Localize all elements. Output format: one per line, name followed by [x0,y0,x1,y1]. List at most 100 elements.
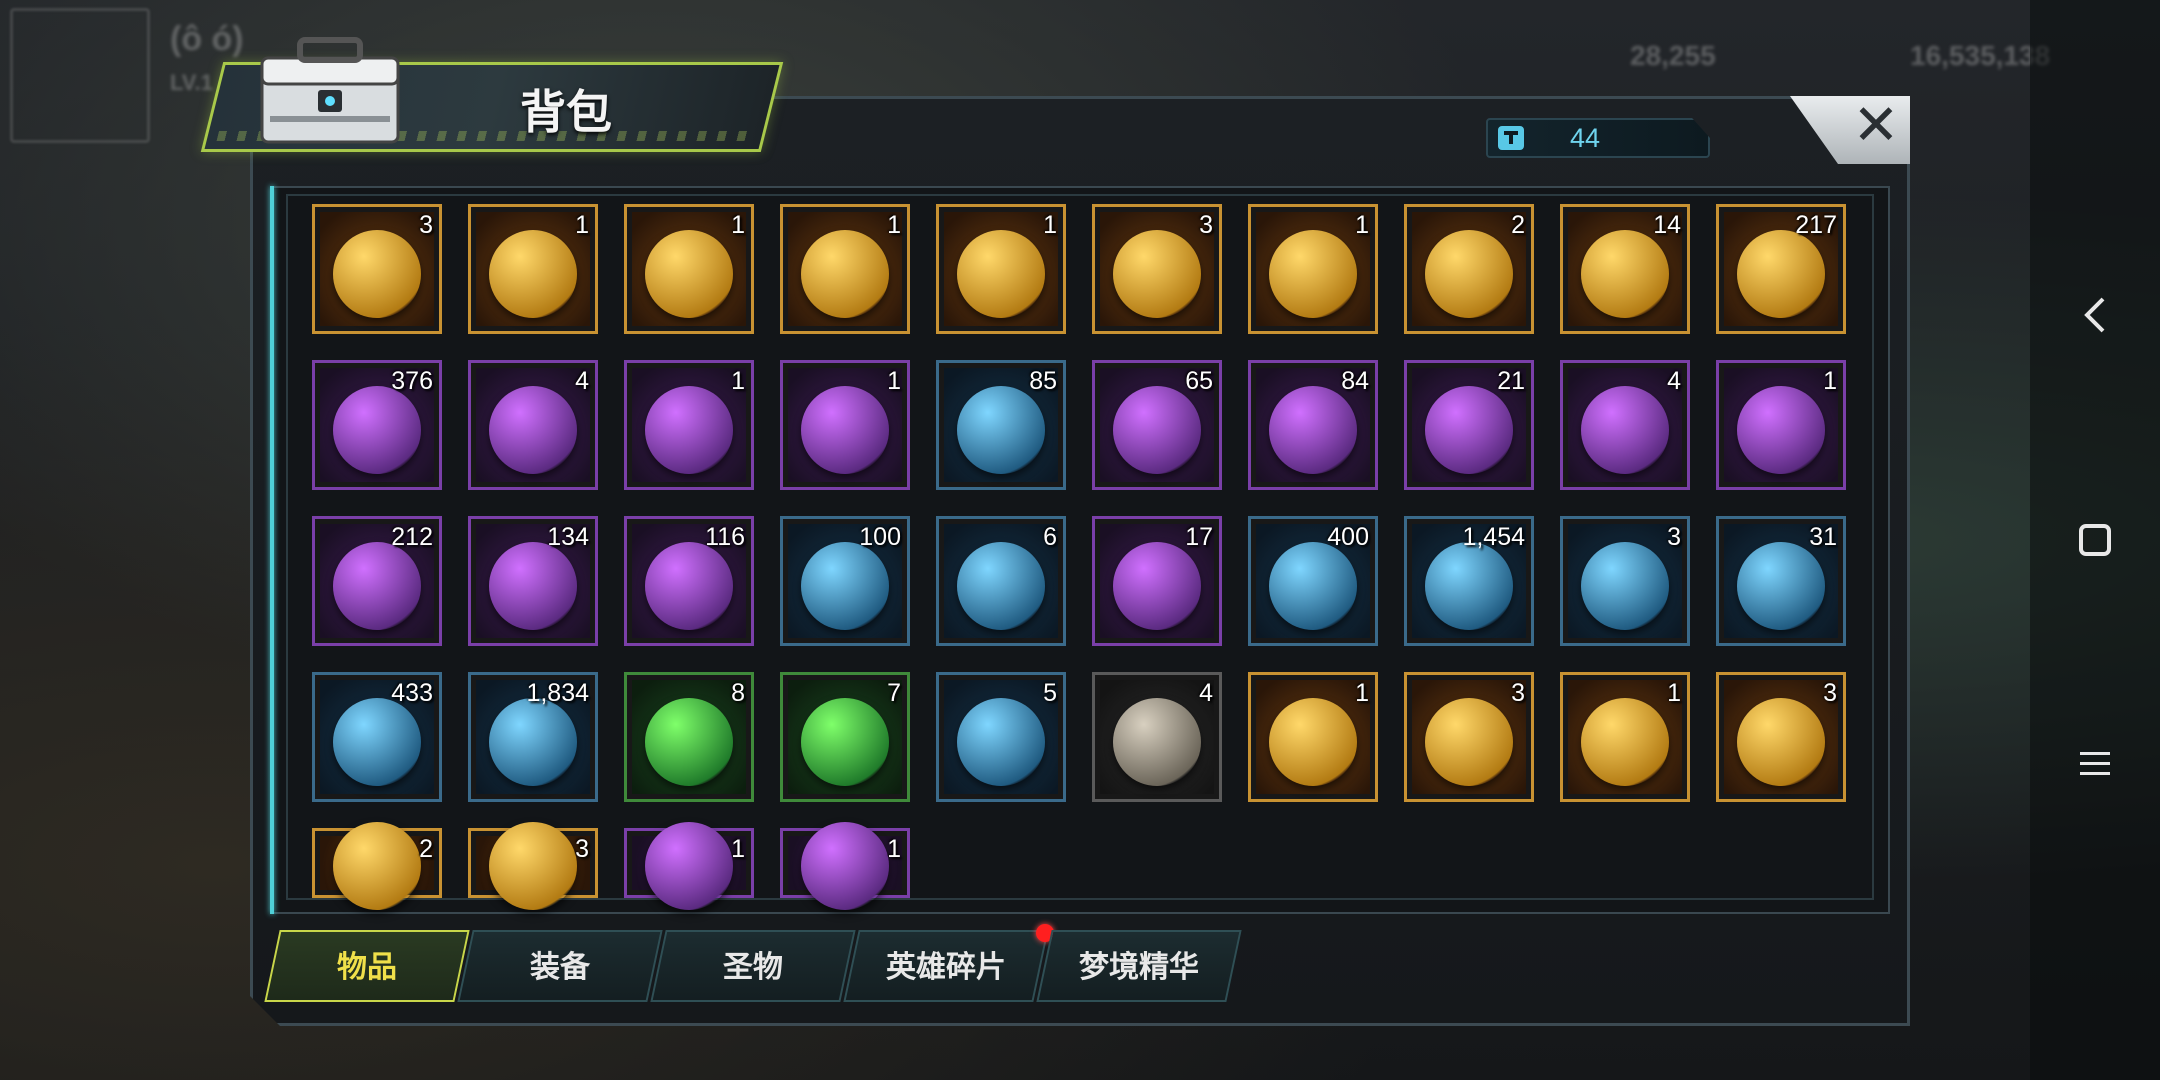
grid-accent-line [270,186,274,914]
tab-hero-shards-label: 英雄碎片 [886,950,1006,985]
stone-fragment-icon [1113,697,1201,786]
green-hat-icon [957,541,1045,630]
system-nav-bar [2030,0,2160,1080]
item-slot[interactable]: 6 [936,516,1066,646]
purple-blueprint-b-icon [801,821,889,910]
item-slot[interactable]: 7 [780,672,910,802]
close-icon[interactable]: ✕ [1850,98,1902,154]
item-slot[interactable]: 400 [1248,516,1378,646]
item-slot[interactable]: 5 [936,672,1066,802]
item-slot[interactable]: 85 [936,360,1066,490]
tab-relics-label: 圣物 [723,950,783,985]
currency-a-bg: 28,255 [1630,40,1716,71]
item-count: 116 [705,523,745,551]
item-slot[interactable]: 4 [1560,360,1690,490]
item-slot[interactable]: 100 [780,516,910,646]
cinema-ticket-icon [1425,541,1513,630]
item-slot[interactable]: 2 [312,821,442,910]
item-count: 1 [731,835,745,863]
item-slot[interactable]: 1 [780,204,910,334]
24h-card-icon [1581,229,1669,318]
item-slot[interactable]: 1,454 [1404,516,1534,646]
item-slot[interactable]: 3 [1560,516,1690,646]
tab-items-label: 物品 [337,950,397,985]
item-count: 134 [547,523,589,551]
gem-minecart-icon [1269,229,1357,318]
item-count: 4 [575,367,589,395]
item-slot[interactable]: 212 [312,516,442,646]
player-avatar-bg [10,8,150,143]
item-slot[interactable]: 1 [1248,204,1378,334]
item-slot[interactable]: 1 [468,204,598,334]
item-count: 3 [575,835,589,863]
item-slot[interactable]: 1 [780,360,910,490]
item-slot[interactable]: 217 [1716,204,1846,334]
item-slot[interactable]: 84 [1248,360,1378,490]
bullet-icon [489,697,577,786]
purple-mask-medal-icon [645,229,733,318]
item-slot[interactable]: 65 [1092,360,1222,490]
syringe-icon [1113,541,1201,630]
item-slot[interactable]: 4 [1092,672,1222,802]
item-slot[interactable]: 1 [1560,672,1690,802]
item-count: 433 [391,679,433,707]
item-count: 3 [419,211,433,239]
item-slot[interactable]: 31 [1716,516,1846,646]
swords-blueprint-icon [1269,697,1357,786]
item-count: 1 [575,211,589,239]
item-slot[interactable]: 376 [312,360,442,490]
item-count: 4 [1199,679,1213,707]
item-count: 84 [1341,367,1369,395]
item-count: 31 [1809,523,1837,551]
12h-card-gold-icon [1581,385,1669,474]
shirt-blueprint-icon [1581,697,1669,786]
skull-axe-icon [489,385,577,474]
bottle-icon [1737,385,1825,474]
item-slot[interactable]: 1 [624,204,754,334]
item-slot[interactable]: 3 [312,204,442,334]
item-slot[interactable]: 433 [312,672,442,802]
snorkel-mask-icon [645,697,733,786]
item-slot[interactable]: 2 [1404,204,1534,334]
item-slot[interactable]: 1 [1248,672,1378,802]
item-slot[interactable]: 8 [624,672,754,802]
home-icon[interactable] [2030,500,2160,580]
12h-card-purple-icon [1425,385,1513,474]
item-slot[interactable]: 17 [1092,516,1222,646]
item-slot[interactable]: 3 [1404,672,1534,802]
item-count: 17 [1185,523,1213,551]
item-slot[interactable]: 1 [780,821,910,910]
item-slot[interactable]: 1,834 [468,672,598,802]
police-badge-icon [645,541,733,630]
item-count: 2 [1511,211,1525,239]
item-slot[interactable]: 3 [1092,204,1222,334]
golden-pumpkin-icon [333,229,421,318]
item-count: 21 [1497,367,1525,395]
gold-treasure-chest-icon [1425,229,1513,318]
item-count: 3 [1511,679,1525,707]
item-count: 5 [1043,679,1057,707]
item-slot[interactable]: 3 [1716,672,1846,802]
item-count: 3 [1199,211,1213,239]
item-slot[interactable]: 3 [468,821,598,910]
menu-icon[interactable] [2030,724,2160,804]
spray-can-icon [1269,385,1357,474]
item-slot[interactable]: 1 [936,204,1066,334]
item-slot[interactable]: 21 [1404,360,1534,490]
item-slot[interactable]: 1 [624,821,754,910]
item-count: 1 [887,367,901,395]
back-icon[interactable] [2030,275,2160,355]
item-slot[interactable]: 1 [624,360,754,490]
item-slot[interactable]: 4 [468,360,598,490]
item-slot[interactable]: 116 [624,516,754,646]
item-count: 4 [1667,367,1681,395]
capacity-value: 44 [1570,123,1601,153]
item-slot[interactable]: 134 [468,516,598,646]
item-slot[interactable]: 14 [1560,204,1690,334]
item-slot[interactable]: 1 [1716,360,1846,490]
item-count: 100 [859,523,901,551]
timer-coin-icon [1581,541,1669,630]
item-count: 7 [887,679,901,707]
item-count: 85 [1029,367,1057,395]
item-count: 400 [1327,523,1369,551]
